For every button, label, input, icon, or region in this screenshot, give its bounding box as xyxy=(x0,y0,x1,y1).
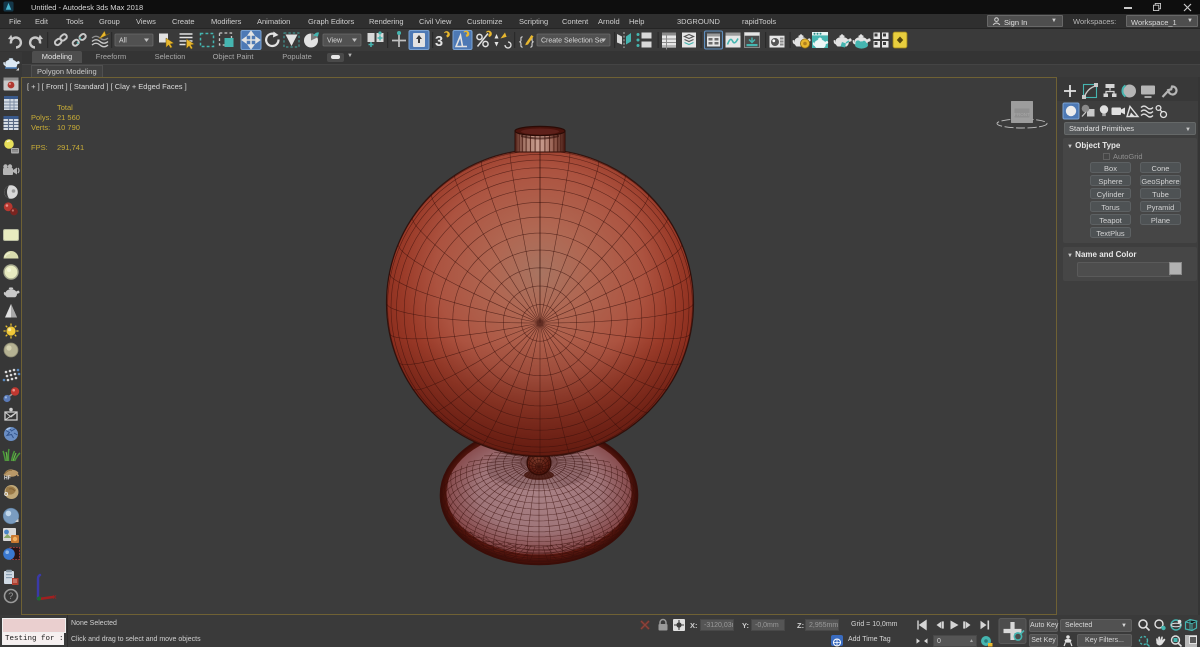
svg-text:View: View xyxy=(327,38,343,45)
svg-text:Create Selection Se: Create Selection Se xyxy=(541,38,603,45)
svg-text:HF: HF xyxy=(4,476,11,482)
svg-text:FRONT: FRONT xyxy=(1014,112,1030,117)
svg-text:All: All xyxy=(119,38,127,45)
svg-text:x: x xyxy=(53,594,57,601)
svg-text:O: O xyxy=(4,492,9,498)
svg-text:{: { xyxy=(519,34,523,48)
svg-text:3: 3 xyxy=(435,34,443,50)
svg-text:?: ? xyxy=(8,591,13,601)
